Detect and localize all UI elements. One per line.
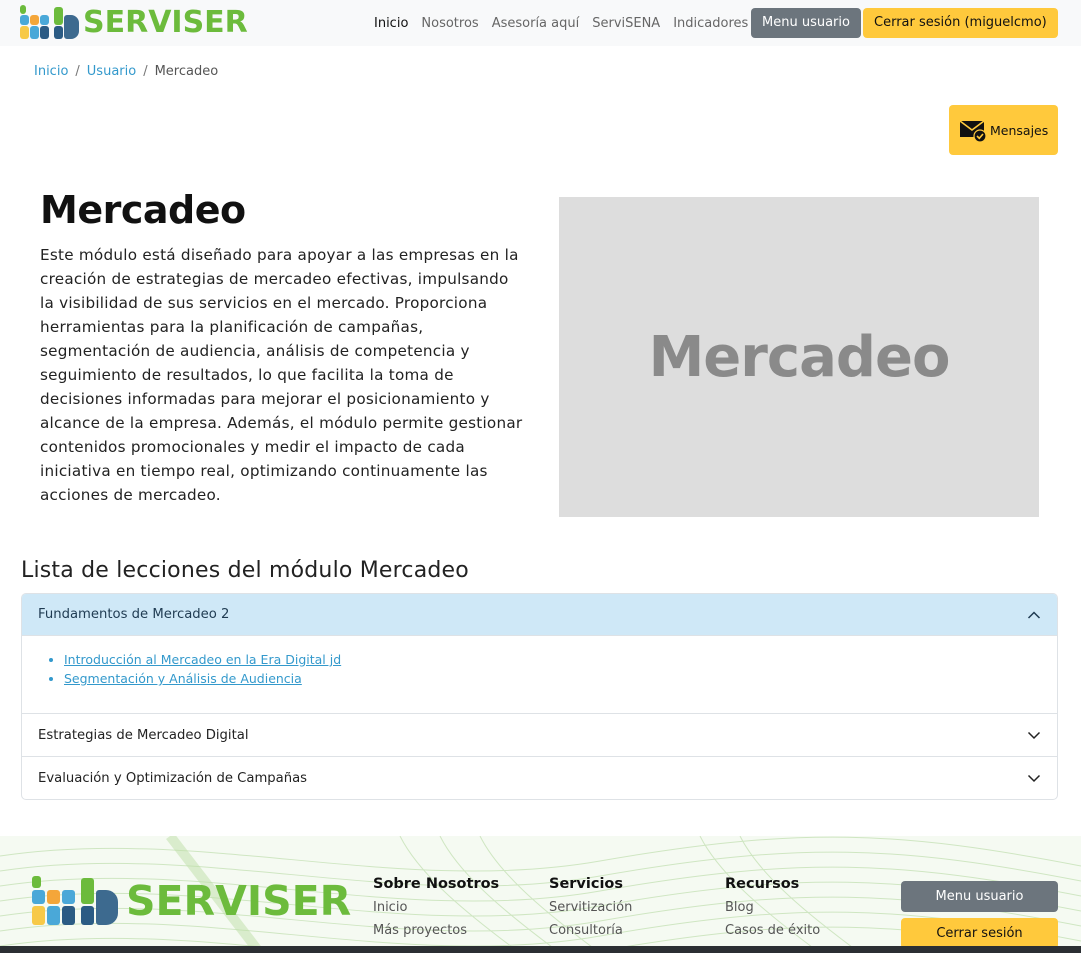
user-menu-button[interactable]: Menu usuario [751,8,861,38]
footer-brand-logo[interactable]: SERVISER [32,876,351,926]
footer-logout-button[interactable]: Cerrar sesión [901,918,1058,949]
footer-link-casos-exito[interactable]: Casos de éxito [725,923,820,938]
accordion-header-evaluacion[interactable]: Evaluación y Optimización de Campañas [22,756,1057,799]
footer-link-mas-proyectos[interactable]: Más proyectos [373,923,499,938]
footer-col-servicios: Servicios Servitización Consultoría [549,876,632,946]
footer-col-heading: Servicios [549,876,624,892]
module-image-text: Mercadeo [648,324,951,390]
breadcrumb-usuario[interactable]: Usuario [87,64,136,79]
footer-brand-name: SERVISER [126,877,352,925]
brand-name: SERVISER [83,5,248,40]
module-description: Este módulo está diseñado para apoyar a … [40,246,523,504]
footer-user-menu-button[interactable]: Menu usuario [901,881,1058,912]
accordion-header-estrategias[interactable]: Estrategias de Mercadeo Digital [22,713,1057,756]
brand-logo[interactable]: SERVISER [20,5,248,40]
lesson-link-segmentacion[interactable]: Segmentación y Análisis de Audiencia [64,671,302,686]
logout-button[interactable]: Cerrar sesión (miguelcmo) [863,8,1058,38]
breadcrumb-inicio[interactable]: Inicio [34,64,68,79]
nav-link-servisena[interactable]: ServiSENA [592,16,660,31]
lessons-accordion: Fundamentos de Mercadeo 2 Introducción a… [21,593,1058,800]
nav-link-inicio[interactable]: Inicio [374,16,408,31]
envelope-check-icon [959,120,987,143]
chevron-down-icon [1027,731,1041,740]
lessons-heading: Lista de lecciones del módulo Mercadeo [21,558,469,583]
chevron-down-icon [1027,774,1041,783]
footer-link-blog[interactable]: Blog [725,900,820,915]
footer-col-sobre-nosotros: Sobre Nosotros Inicio Más proyectos [373,876,499,946]
footer-link-consultoria[interactable]: Consultoría [549,923,632,938]
footer-link-servitizacion[interactable]: Servitización [549,900,632,915]
accordion-body-fundamentos: Introducción al Mercadeo en la Era Digit… [22,636,1057,713]
accordion-title: Fundamentos de Mercadeo 2 [38,607,230,622]
module-image-placeholder: Mercadeo [559,197,1039,517]
lesson-link-introduccion[interactable]: Introducción al Mercadeo en la Era Digit… [64,652,341,667]
lesson-item: Segmentación y Análisis de Audiencia [64,669,1057,688]
messages-button[interactable]: Mensajes [949,105,1058,155]
breadcrumb-separator: / [143,64,148,79]
lesson-item: Introducción al Mercadeo en la Era Digit… [64,650,1057,669]
breadcrumb-current: Mercadeo [154,64,219,79]
footer-col-recursos: Recursos Blog Casos de éxito [725,876,820,946]
chevron-up-icon [1027,610,1041,619]
accordion-title: Evaluación y Optimización de Campañas [38,770,308,786]
logo-mark-icon [32,876,122,926]
breadcrumb-separator: / [75,64,80,79]
footer: SERVISER Sobre Nosotros Inicio Más proye… [0,836,1081,953]
accordion-header-fundamentos[interactable]: Fundamentos de Mercadeo 2 [22,594,1057,636]
footer-col-heading: Sobre Nosotros [373,876,500,892]
accordion-title: Estrategias de Mercadeo Digital [38,727,249,743]
footer-link-inicio[interactable]: Inicio [373,900,499,915]
nav-link-asesoria[interactable]: Asesoría aquí [492,16,580,31]
bottom-bar [0,946,1081,953]
breadcrumb: Inicio / Usuario / Mercadeo [34,64,218,79]
main-nav: Inicio Nosotros Asesoría aquí ServiSENA … [374,0,761,46]
nav-link-nosotros[interactable]: Nosotros [421,16,478,31]
nav-link-indicadores[interactable]: Indicadores [673,16,748,31]
messages-label: Mensajes [990,122,1049,138]
logo-mark-icon [20,5,82,40]
module-title: Mercadeo [40,188,246,232]
footer-col-heading: Recursos [725,876,800,892]
top-navbar: SERVISER Inicio Nosotros Asesoría aquí S… [0,0,1081,46]
